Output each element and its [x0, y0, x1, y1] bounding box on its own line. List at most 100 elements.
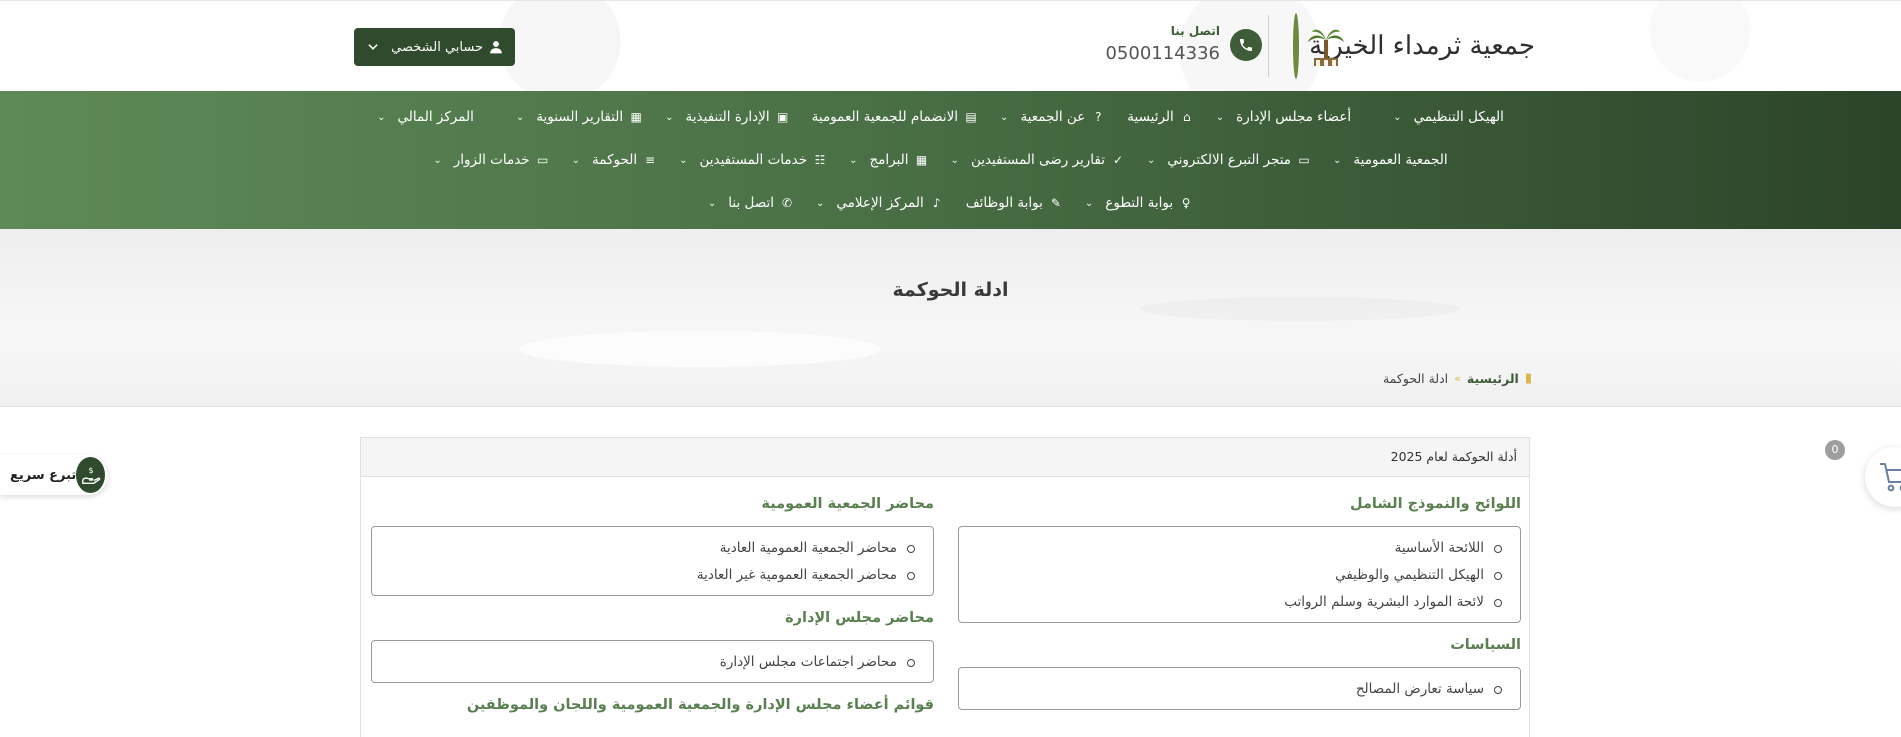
contact-label: اتصل بنا	[1170, 24, 1220, 38]
phone-icon: ✆	[781, 196, 793, 210]
nav-item-org-structure[interactable]: الهيكل التنظيمي ⌄	[1382, 109, 1535, 125]
nav-label: الانضمام للجمعية العمومية	[811, 109, 959, 125]
calendar-icon: ▦	[915, 153, 928, 167]
chevron-down-icon: ⌄	[679, 154, 688, 166]
nav-label: الجمعية العمومية	[1353, 152, 1448, 168]
nav-label: الرئيسية	[1127, 109, 1174, 125]
nav-label: بوابة التطوع	[1105, 195, 1174, 211]
nav-item-programs[interactable]: ▦ البرامج ⌄	[838, 152, 939, 168]
chevron-down-icon: ⌄	[1147, 154, 1156, 166]
nav-label: التقارير السنوية	[536, 109, 624, 125]
chevron-down-icon	[368, 44, 378, 50]
section-title-regulations: اللوائح والنموذج الشامل	[1350, 496, 1521, 512]
list-icon: ≡	[645, 153, 656, 167]
chevron-down-icon: ⌄	[1000, 111, 1009, 123]
nav-label: خدمات المستفيدين	[699, 152, 808, 168]
book-icon: ▣	[776, 110, 789, 124]
quick-donate-label: تبرع سريع	[10, 467, 77, 483]
banner-divider	[0, 406, 1901, 407]
breadcrumb-current: ادلة الحوكمة	[1382, 370, 1449, 386]
id-card-icon: ▤	[965, 110, 977, 124]
nav-item-general-assembly[interactable]: الجمعية العمومية ⌄	[1322, 152, 1479, 168]
chevron-down-icon: ⌄	[950, 154, 959, 166]
nav-label: البرامج	[869, 152, 909, 168]
nav-item-satisfaction-reports[interactable]: ✓ تقارير رضى المستفيدين ⌄	[940, 152, 1136, 168]
nav-item-governance[interactable]: ≡ الحوكمة ⌄	[561, 152, 668, 168]
nav-item-beneficiary-services[interactable]: ☷ خدمات المستفيدين ⌄	[668, 152, 838, 168]
document-link[interactable]: محاضر اجتماعات مجلس الإدارة	[372, 649, 933, 676]
chevron-down-icon: ⌄	[707, 197, 717, 209]
document-link[interactable]: محاضر الجمعية العمومية العادية	[372, 535, 933, 562]
section-box-policies: سياسة تعارض المصالح	[958, 667, 1521, 710]
nav-item-about[interactable]: ? عن الجمعية ⌄	[989, 109, 1116, 125]
chevron-down-icon: ⌄	[377, 111, 386, 123]
credit-card-icon: ▭	[1298, 153, 1310, 167]
section-box-assembly-minutes: محاضر الجمعية العمومية العادية محاضر الج…	[371, 526, 934, 596]
question-icon: ?	[1095, 110, 1102, 124]
document-link[interactable]: الهيكل التنظيمي والوظيفي	[959, 562, 1520, 589]
page-title: ادلة الحوكمة	[892, 279, 1009, 301]
nav-item-visitor-services[interactable]: ▭ خدمات الزوار ⌄	[422, 152, 560, 168]
document-link[interactable]: لائحة الموارد البشرية وسلم الرواتب	[959, 589, 1520, 616]
nav-label: اتصل بنا	[728, 195, 774, 211]
nav-label: عن الجمعية	[1020, 109, 1086, 125]
user-icon	[490, 41, 502, 54]
nav-item-volunteer-portal[interactable]: ♀ بوابة التطوع ⌄	[1074, 195, 1204, 211]
nav-label: بوابة الوظائف	[965, 195, 1043, 211]
server-icon: ▭	[536, 153, 549, 167]
nav-row-3: ♀ بوابة التطوع ⌄ ✎ بوابة الوظائف ♪ المركز ال…	[0, 183, 1901, 223]
banner-decoration	[0, 229, 1901, 406]
chevron-down-icon: ⌄	[849, 154, 858, 166]
nav-item-home[interactable]: ⌂ الرئيسية	[1116, 109, 1205, 125]
document-link[interactable]: اللائحة الأساسية	[959, 535, 1520, 562]
document-link[interactable]: محاضر الجمعية العمومية غير العادية	[372, 562, 933, 589]
nav-item-jobs-portal[interactable]: ✎ بوابة الوظائف	[955, 195, 1074, 211]
section-title-policies: السياسات	[1450, 637, 1521, 653]
nav-item-board-members[interactable]: أعضاء مجلس الإدارة ⌄	[1205, 109, 1382, 125]
top-header: جمعية ثرمداء الخيرية اتصل بنا 0500114336	[0, 0, 1901, 91]
chevron-down-icon: ⌄	[665, 111, 674, 123]
nav-label: الحوكمة	[592, 152, 638, 168]
chevron-down-icon: ⌄	[433, 154, 442, 166]
chevron-down-icon: ⌄	[815, 197, 825, 209]
header-contact[interactable]: اتصل بنا 0500114336	[1105, 23, 1262, 69]
nav-label: متجر التبرع الالكتروني	[1167, 152, 1292, 168]
header-pattern	[0, 1, 1901, 91]
account-label: حسابي الشخصي	[391, 39, 483, 55]
cart-button[interactable]	[1865, 447, 1901, 507]
nav-item-donation-store[interactable]: ▭ متجر التبرع الالكتروني ⌄	[1136, 152, 1322, 168]
contact-phone[interactable]: 0500114336	[1105, 43, 1220, 64]
nav-item-join-assembly[interactable]: ▤ الانضمام للجمعية العمومية	[801, 109, 989, 125]
section-title-assembly-minutes: محاضر الجمعية العمومية	[761, 496, 934, 512]
users-icon: ☷	[814, 153, 826, 167]
report-icon: ▦	[630, 110, 642, 124]
section-title-member-lists: قوائم أعضاء مجلس الإدارة والجمعية العموم…	[466, 697, 934, 713]
nav-label: أعضاء مجلس الإدارة	[1236, 109, 1352, 125]
svg-text:$: $	[88, 465, 93, 475]
document-link[interactable]: سياسة تعارض المصالح	[959, 676, 1520, 703]
chevron-down-icon: ⌄	[571, 154, 581, 166]
nav-item-media-center[interactable]: ♪ المركز الإعلامي ⌄	[805, 195, 955, 211]
governance-panel: أدلة الحوكمة لعام 2025 اللوائح والنموذج …	[360, 437, 1530, 737]
panel-heading: أدلة الحوكمة لعام 2025	[361, 438, 1529, 477]
main-navigation: الهيكل التنظيمي ⌄ أعضاء مجلس الإدارة ⌄ ⌂ ال…	[0, 91, 1901, 229]
nav-label: المركز الإعلامي	[836, 195, 924, 211]
nav-label: المركز المالي	[397, 109, 474, 125]
nav-label: الإدارة التنفيذية	[685, 109, 770, 125]
nav-item-executive[interactable]: ▣ الإدارة التنفيذية ⌄	[654, 109, 800, 125]
breadcrumb-home-link[interactable]: الرئيسية	[1467, 371, 1519, 386]
left-column: محاضر الجمعية العمومية محاضر الجمعية الع…	[371, 496, 934, 719]
breadcrumb-separator: »	[1454, 371, 1461, 385]
nav-item-contact[interactable]: ✆ اتصل بنا ⌄	[697, 195, 805, 211]
nav-row-2: الجمعية العمومية ⌄ ▭ متجر التبرع الالكترون…	[0, 140, 1901, 180]
edit-icon: ✎	[1050, 196, 1061, 210]
account-button[interactable]: حسابي الشخصي	[354, 28, 515, 66]
chevron-down-icon: ⌄	[1215, 111, 1225, 123]
logo-emblem-icon	[1293, 13, 1345, 79]
chevron-down-icon: ⌄	[515, 111, 525, 123]
quick-donate-button[interactable]: تبرع سريع $	[0, 455, 108, 495]
check-icon: ✓	[1112, 153, 1124, 167]
nav-item-financial-center[interactable]: المركز المالي ⌄	[366, 109, 505, 125]
site-logo[interactable]: جمعية ثرمداء الخيرية	[1293, 13, 1535, 79]
nav-item-annual-reports[interactable]: ▦ التقارير السنوية ⌄	[505, 109, 654, 125]
